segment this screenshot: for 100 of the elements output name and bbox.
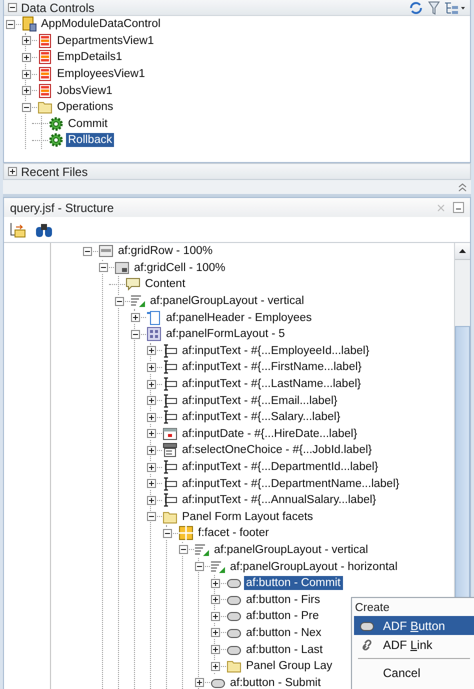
tree-item[interactable]: af:inputText - #{...LastName...label}: [180, 377, 363, 392]
tree-item[interactable]: Content: [143, 277, 188, 292]
text-field-icon: [162, 476, 178, 492]
tree-item[interactable]: Commit: [66, 116, 110, 131]
expand-button[interactable]: [146, 362, 157, 373]
expand-button[interactable]: [146, 395, 157, 406]
header-icon: [146, 310, 162, 326]
expand-button[interactable]: [146, 478, 157, 490]
tree-item[interactable]: AppModuleDataControl: [39, 17, 163, 32]
expand-button[interactable]: [210, 627, 221, 638]
table-icon: [37, 82, 53, 99]
expand-button[interactable]: [21, 68, 32, 80]
grid-cell-icon: [114, 260, 130, 276]
table-icon: [37, 66, 53, 82]
tree-item[interactable]: EmpDetails1: [55, 50, 124, 64]
tree-item[interactable]: af:panelGroupLayout - vertical: [148, 294, 306, 308]
tree-item[interactable]: af:inputText - #{...EmployeeId...label}: [180, 344, 372, 358]
tree-view-icon[interactable]: [444, 0, 466, 14]
refresh-icon[interactable]: [408, 0, 424, 14]
tree-item[interactable]: af:inputText - #{...AnnualSalary...label}: [180, 493, 378, 508]
expand-button[interactable]: [21, 85, 32, 96]
expand-button[interactable]: [146, 444, 157, 456]
data-control-icon: [21, 16, 37, 32]
collapse-button[interactable]: [146, 511, 157, 522]
collapse-button[interactable]: [130, 328, 141, 340]
tree-item[interactable]: af:inputText - #{...Salary...label}: [180, 410, 342, 424]
text-field-icon: [162, 376, 178, 392]
tree-sync-icon[interactable]: [9, 222, 27, 238]
collapse-button[interactable]: [162, 528, 173, 539]
tree-item[interactable]: af:gridRow - 100%: [116, 244, 215, 258]
menu-item[interactable]: ADF Link: [354, 635, 474, 654]
tree-item[interactable]: f:facet - footer: [196, 526, 271, 540]
collapse-button[interactable]: [5, 18, 16, 30]
chevron-up-icon[interactable]: [458, 182, 467, 192]
text-field-icon: [162, 492, 178, 508]
tree-item[interactable]: DepartmentsView1: [55, 34, 156, 48]
expand-button[interactable]: [8, 167, 17, 176]
tree-item[interactable]: af:gridCell - 100%: [132, 260, 228, 275]
expand-button[interactable]: [210, 660, 221, 672]
expand-button[interactable]: [210, 594, 221, 606]
form-grid-icon: [146, 326, 162, 342]
gear-icon: [48, 132, 64, 148]
tree-item[interactable]: af:panelHeader - Employees: [164, 310, 314, 325]
expand-button[interactable]: [210, 610, 221, 622]
panel-title: Recent Files: [21, 164, 88, 178]
tree-item[interactable]: af:inputText - #{...FirstName...label}: [180, 360, 364, 374]
expand-button[interactable]: [146, 428, 157, 440]
collapse-button[interactable]: [82, 246, 93, 257]
text-field-icon: [162, 392, 178, 409]
tree-item[interactable]: af:inputText - #{...DepartmentName...label}: [180, 476, 402, 491]
tree-item[interactable]: af:selectOneChoice - #{...JobId.label}: [180, 443, 374, 458]
tree-item[interactable]: af:button - Commit: [244, 576, 343, 590]
speech-bubble-icon: [125, 276, 141, 292]
table-icon: [37, 49, 53, 66]
collapse-button[interactable]: [114, 296, 125, 307]
expand-button[interactable]: [194, 677, 205, 688]
tree-item[interactable]: af:panelGroupLayout - horizontal: [228, 560, 400, 574]
collapse-button[interactable]: [8, 3, 17, 12]
tree-item[interactable]: EmployeesView1: [55, 67, 148, 82]
filter-icon[interactable]: [428, 0, 440, 14]
up-arrow-icon[interactable]: [459, 249, 466, 253]
expand-button[interactable]: [210, 644, 221, 656]
panel-title: query.jsf - Structure: [10, 200, 114, 214]
collapse-button[interactable]: [21, 102, 32, 113]
collapse-button[interactable]: [194, 561, 205, 572]
tree-item[interactable]: af:panelFormLayout - 5: [164, 327, 287, 342]
tree-item[interactable]: Rollback: [66, 133, 114, 148]
table-icon: [37, 32, 53, 49]
collapse-button[interactable]: [98, 262, 109, 274]
minimize-icon[interactable]: [453, 202, 464, 213]
expand-button[interactable]: [146, 494, 157, 506]
tree-item[interactable]: Operations: [55, 100, 116, 114]
layout-lines-icon: [194, 542, 210, 558]
menu-header: Create: [354, 601, 391, 616]
tree-item[interactable]: af:button - Firs: [244, 592, 322, 607]
tree-item[interactable]: af:panelGroupLayout - vertical: [212, 542, 370, 557]
calendar-icon: [162, 426, 178, 442]
tree-item[interactable]: Panel Group Lay: [244, 659, 334, 674]
menu-item[interactable]: Cancel: [354, 663, 474, 682]
tree-item[interactable]: Panel Form Layout facets: [180, 510, 316, 524]
expand-button[interactable]: [130, 312, 141, 324]
tree-item[interactable]: af:button - Nex: [244, 626, 324, 640]
collapse-button[interactable]: [178, 544, 189, 556]
expand-button[interactable]: [146, 378, 157, 390]
tree-item[interactable]: af:button - Pre: [244, 609, 321, 624]
tree-item[interactable]: af:inputDate - #{...HireDate...label}: [180, 426, 360, 441]
expand-button[interactable]: [146, 345, 157, 356]
expand-button[interactable]: [146, 412, 157, 423]
expand-button[interactable]: [21, 52, 32, 63]
tree-item[interactable]: af:inputText - #{...DepartmentId...label}: [180, 460, 380, 474]
menu-item[interactable]: ADF Button: [354, 616, 474, 635]
tree-item[interactable]: af:button - Last: [244, 642, 325, 657]
expand-button[interactable]: [21, 35, 32, 46]
binoculars-icon[interactable]: [35, 222, 53, 238]
expand-button[interactable]: [210, 578, 221, 589]
tree-item[interactable]: af:button - Submit: [228, 676, 323, 689]
folder-icon: [37, 99, 53, 116]
tree-item[interactable]: af:inputText - #{...Email...label}: [180, 394, 340, 408]
tree-item[interactable]: JobsView1: [55, 84, 114, 98]
expand-button[interactable]: [146, 462, 157, 473]
